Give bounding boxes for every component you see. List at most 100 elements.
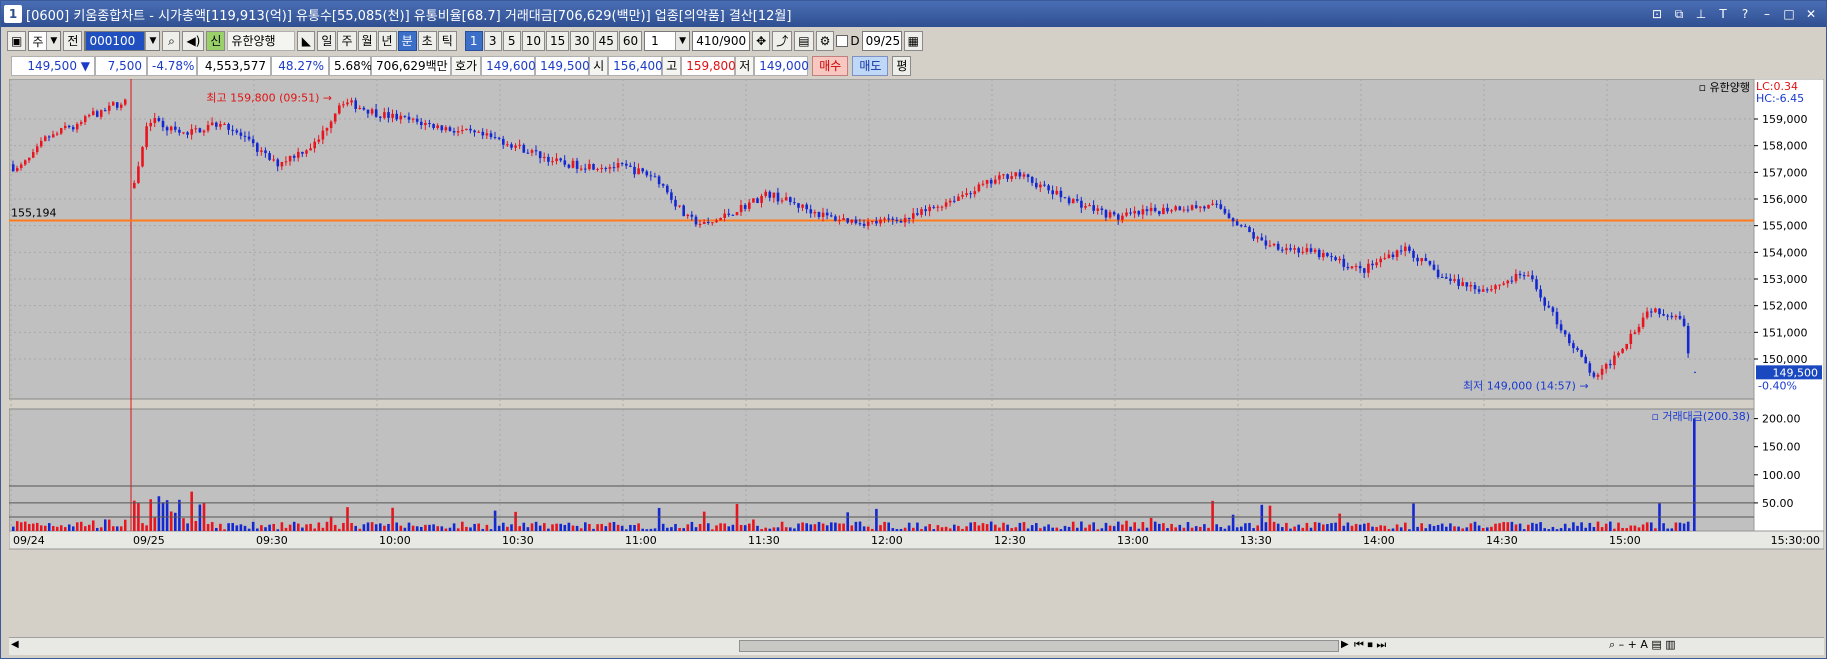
- calendar-icon[interactable]: ▦: [903, 31, 923, 51]
- volume-bar: [1543, 528, 1546, 531]
- volume-bar: [748, 523, 751, 531]
- chevron-down-icon[interactable]: ▼: [145, 32, 160, 50]
- volume-bar: [1166, 528, 1169, 531]
- volume-bar: [850, 525, 854, 531]
- pin-icon[interactable]: ⊥: [1692, 5, 1710, 23]
- trend-icon[interactable]: ⤴: [772, 31, 793, 51]
- volume-bar: [461, 521, 464, 531]
- playback-controls[interactable]: ⏮ ⏹ ⏭: [1354, 638, 1386, 652]
- candle-body: [80, 122, 83, 124]
- maximize-icon[interactable]: □: [1780, 5, 1798, 23]
- minute-button-45[interactable]: 45: [594, 31, 618, 51]
- restore-icon[interactable]: ⧉: [1670, 5, 1688, 23]
- candle-body: [928, 206, 931, 212]
- search-icon[interactable]: ⌕: [162, 31, 181, 51]
- volume-tick-label: 200.00: [1762, 413, 1801, 426]
- minute-button-15[interactable]: 15: [546, 31, 570, 51]
- link-icon[interactable]: ⊡: [1648, 5, 1666, 23]
- minute-button-60[interactable]: 60: [618, 31, 643, 51]
- avg-button[interactable]: 평: [892, 56, 912, 76]
- minimize-icon[interactable]: –: [1758, 5, 1776, 23]
- candle-body: [678, 205, 681, 207]
- minute-button-10[interactable]: 10: [521, 31, 546, 51]
- close-icon[interactable]: ✕: [1802, 5, 1820, 23]
- scroll-thumb[interactable]: [739, 640, 1339, 652]
- scroll-left-icon[interactable]: ◀: [11, 639, 19, 650]
- help-icon[interactable]: ?: [1736, 5, 1754, 23]
- candle-body: [215, 122, 218, 127]
- sell-button[interactable]: 매도: [852, 56, 889, 76]
- candle-body: [1453, 279, 1456, 281]
- layout-icon[interactable]: ▣: [7, 31, 27, 51]
- minute-button-5[interactable]: 5: [502, 31, 521, 51]
- price-volume-chart[interactable]: 09/24 09/25 09:30 10:00 10:30 11:00 11:30 12:00…: [9, 79, 1824, 634]
- volume-bar: [80, 521, 83, 531]
- volume-bar: [862, 526, 866, 531]
- candle-body: [1338, 258, 1341, 261]
- date-input[interactable]: 09/25: [861, 31, 902, 51]
- volume-bar: [1223, 528, 1227, 531]
- volume-bar: [145, 525, 148, 531]
- volume-bar: [227, 523, 230, 531]
- period-button-3[interactable]: 년: [377, 31, 397, 51]
- volume-bar: [1281, 527, 1284, 531]
- bottom-scrollbar[interactable]: ◀ ▶ ⏮ ⏹ ⏭ ⌕ – + A ▤ ▥: [9, 637, 1824, 655]
- type-select[interactable]: 주 ▼: [28, 31, 62, 51]
- volume-bar: [924, 526, 927, 531]
- volume-bar: [407, 522, 411, 531]
- period-button-2[interactable]: 월: [357, 31, 377, 51]
- volume-bar: [1104, 522, 1108, 531]
- chart-area[interactable]: 09/24 09/25 09:30 10:00 10:30 11:00 11:30 12:00…: [9, 79, 1824, 634]
- volume-bar: [866, 526, 870, 531]
- period-button-1[interactable]: 주: [337, 31, 357, 51]
- zoom-icons[interactable]: ⌕ – + A ▤ ▥: [1609, 638, 1676, 652]
- minute-button-1[interactable]: 1: [464, 31, 483, 51]
- period-button-5[interactable]: 초: [417, 31, 437, 51]
- volume-bar: [485, 524, 489, 531]
- candle-body: [169, 126, 173, 131]
- flag-icon[interactable]: ◣: [297, 31, 316, 51]
- speaker-icon[interactable]: ◀): [182, 31, 205, 51]
- minute-button-3[interactable]: 3: [483, 31, 502, 51]
- ask-price: 149,600: [481, 56, 536, 76]
- stock-code-value[interactable]: 000100: [85, 31, 146, 51]
- candle-body: [76, 123, 79, 130]
- candle-body: [584, 168, 587, 170]
- volume-bar: [1428, 524, 1432, 531]
- candle-body: [1055, 190, 1059, 195]
- volume-bar: [210, 522, 214, 531]
- d-checkbox[interactable]: [836, 35, 849, 47]
- font-icon[interactable]: T: [1714, 5, 1732, 23]
- candle-body: [354, 100, 357, 109]
- gear-icon[interactable]: ⚙: [815, 31, 835, 51]
- candle-body: [424, 122, 427, 126]
- title-bar[interactable]: 1 [0600] 키움종합차트 - 시가총액[119,913(억)] 유통수[5…: [1, 1, 1826, 27]
- minute-button-30[interactable]: 30: [570, 31, 594, 51]
- candle-body: [1629, 333, 1633, 344]
- period-button-4[interactable]: 분: [397, 31, 417, 51]
- scroll-right-icon[interactable]: ▶: [1341, 639, 1349, 650]
- volume-bar: [1076, 527, 1079, 531]
- count-input[interactable]: 410/900: [692, 31, 751, 51]
- volume-bar: [141, 523, 144, 531]
- volume-bar: [1174, 527, 1177, 531]
- volume-bar: [206, 523, 210, 531]
- interval-select[interactable]: 1 ▼: [644, 31, 691, 51]
- buy-button[interactable]: 매수: [812, 56, 849, 76]
- period-button-0[interactable]: 일: [317, 31, 337, 51]
- volume-bar: [760, 529, 763, 531]
- crosshair-icon[interactable]: ✥: [752, 31, 771, 51]
- save-icon[interactable]: ▤: [794, 31, 814, 51]
- sin-badge[interactable]: 신: [206, 31, 226, 51]
- prev-button[interactable]: 전: [63, 31, 83, 51]
- candle-body: [538, 151, 542, 159]
- candle-body: [579, 168, 583, 170]
- volume-bar: [518, 526, 521, 531]
- type-select-label: 주: [32, 34, 44, 49]
- stock-code-input[interactable]: 000100 ▼: [84, 31, 161, 51]
- candle-body: [1350, 266, 1354, 269]
- volume-bar: [473, 523, 476, 531]
- period-button-6[interactable]: 틱: [437, 31, 457, 51]
- volume-bar: [1440, 523, 1444, 531]
- volume-bar: [666, 527, 669, 531]
